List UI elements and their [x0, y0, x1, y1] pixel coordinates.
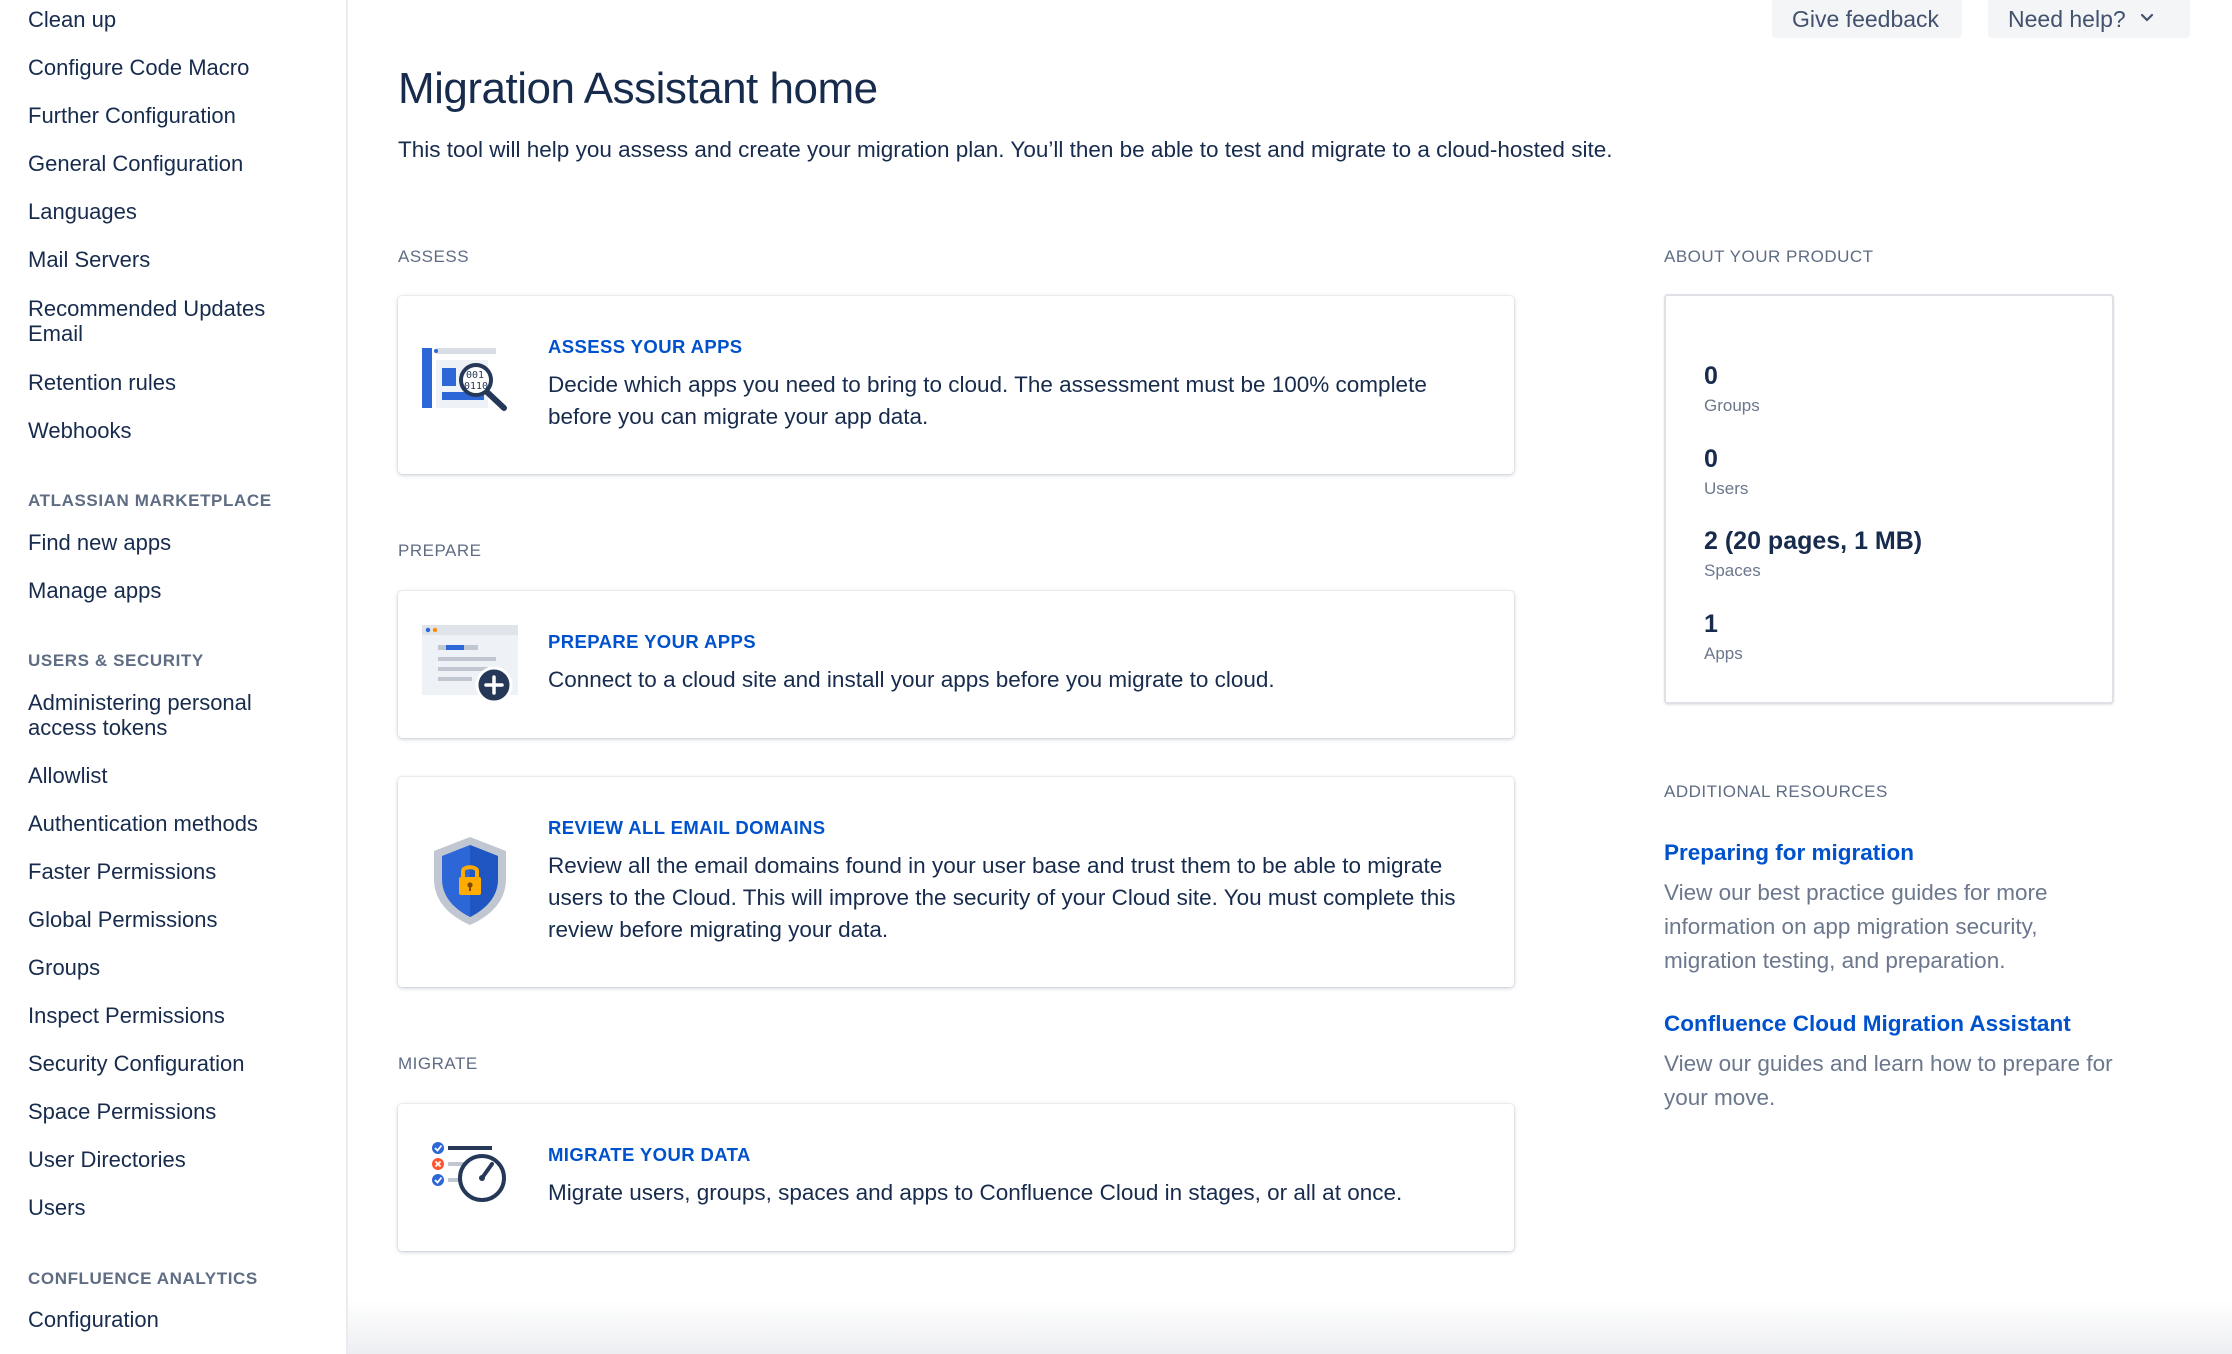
sidebar-heading-users-security: USERS & SECURITY	[28, 651, 204, 670]
sidebar-item-mail-servers[interactable]: Mail Servers	[28, 247, 328, 272]
cloud-migration-assistant-link[interactable]: Confluence Cloud Migration Assistant	[1664, 1011, 2071, 1037]
stat-apps-value: 1	[1704, 610, 1718, 638]
sidebar-item-clean-up[interactable]: Clean up	[28, 7, 328, 32]
review-email-domains-description: Review all the email domains found in yo…	[548, 853, 1456, 942]
svg-text:0110: 0110	[464, 381, 488, 392]
sidebar-item-further-configuration[interactable]: Further Configuration	[28, 103, 328, 128]
migrate-data-link[interactable]: MIGRATE YOUR DATA	[548, 1144, 751, 1166]
page-footer-shade	[348, 1300, 2232, 1354]
sidebar-item-faster-permissions[interactable]: Faster Permissions	[28, 859, 328, 884]
give-feedback-button[interactable]: Give feedback	[1772, 0, 1962, 38]
stat-spaces-value: 2 (20 pages, 1 MB)	[1704, 527, 1923, 555]
shield-lock-icon	[418, 833, 522, 925]
page-title: Migration Assistant home	[398, 64, 878, 113]
sidebar-heading-confluence-analytics: CONFLUENCE ANALYTICS	[28, 1269, 258, 1288]
stat-users-value: 0	[1704, 445, 1718, 473]
sidebar-item-webhooks[interactable]: Webhooks	[28, 418, 328, 443]
prepare-apps-description: Connect to a cloud site and install your…	[548, 667, 1275, 692]
sidebar-item-languages[interactable]: Languages	[28, 199, 328, 224]
sidebar-item-users[interactable]: Users	[28, 1195, 328, 1220]
migrate-data-card[interactable]: MIGRATE YOUR DATA Migrate users, groups,…	[398, 1104, 1514, 1251]
preparing-for-migration-link[interactable]: Preparing for migration	[1664, 840, 1914, 866]
section-label-assess: ASSESS	[398, 247, 470, 266]
preparing-for-migration-description: View our best practice guides for more i…	[1664, 880, 2048, 973]
prepare-apps-link[interactable]: PREPARE YOUR APPS	[548, 631, 756, 653]
sidebar-item-groups[interactable]: Groups	[28, 955, 328, 980]
sidebar-item-retention-rules[interactable]: Retention rules	[28, 370, 328, 395]
review-email-domains-link[interactable]: REVIEW ALL EMAIL DOMAINS	[548, 817, 826, 839]
page-description: This tool will help you assess and creat…	[398, 137, 1613, 162]
prepare-apps-card[interactable]: PREPARE YOUR APPS Connect to a cloud sit…	[398, 591, 1514, 738]
svg-text:001: 001	[466, 370, 484, 381]
chevron-down-icon	[2140, 10, 2154, 28]
sidebar-item-allowlist[interactable]: Allowlist	[28, 763, 328, 788]
review-email-domains-card[interactable]: REVIEW ALL EMAIL DOMAINS Review all the …	[398, 777, 1514, 987]
sidebar-item-configure-code-macro[interactable]: Configure Code Macro	[28, 55, 328, 80]
sidebar-item-manage-apps[interactable]: Manage apps	[28, 578, 328, 603]
stat-users-label: Users	[1704, 479, 1749, 498]
magnifier-binary-icon: 001 0110	[418, 342, 522, 432]
about-product-heading: ABOUT YOUR PRODUCT	[1664, 247, 1874, 266]
cloud-migration-assistant-description: View our guides and learn how to prepare…	[1664, 1051, 2113, 1110]
sidebar-item-personal-access-tokens[interactable]: Administering personal access tokens	[28, 690, 293, 740]
sidebar-item-global-permissions[interactable]: Global Permissions	[28, 907, 328, 932]
sidebar-item-security-configuration[interactable]: Security Configuration	[28, 1051, 328, 1076]
stat-apps-label: Apps	[1704, 644, 1743, 663]
add-app-icon	[418, 623, 522, 713]
sidebar-item-inspect-permissions[interactable]: Inspect Permissions	[28, 1003, 328, 1028]
sidebar-heading-marketplace: ATLASSIAN MARKETPLACE	[28, 491, 272, 510]
section-label-migrate: MIGRATE	[398, 1054, 478, 1073]
sidebar-item-analytics-configuration[interactable]: Configuration	[28, 1307, 328, 1332]
stat-groups-value: 0	[1704, 362, 1718, 390]
need-help-dropdown[interactable]: Need help?	[1988, 0, 2190, 38]
sidebar-item-find-new-apps[interactable]: Find new apps	[28, 530, 328, 555]
sidebar-item-recommended-updates-email[interactable]: Recommended Updates Email	[28, 296, 298, 346]
additional-resources-heading: ADDITIONAL RESOURCES	[1664, 782, 1888, 801]
migrate-data-description: Migrate users, groups, spaces and apps t…	[548, 1180, 1403, 1205]
stat-spaces-label: Spaces	[1704, 561, 1761, 580]
sidebar-item-space-permissions[interactable]: Space Permissions	[28, 1099, 328, 1124]
section-label-prepare: PREPARE	[398, 541, 482, 560]
give-feedback-label: Give feedback	[1792, 5, 1940, 32]
assess-apps-card[interactable]: 001 0110 ASSESS YOUR APPS Decide which a…	[398, 296, 1514, 474]
checklist-gauge-icon	[418, 1134, 522, 1224]
assess-apps-link[interactable]: ASSESS YOUR APPS	[548, 336, 743, 358]
stat-groups-label: Groups	[1704, 396, 1760, 415]
assess-apps-description: Decide which apps you need to bring to c…	[548, 372, 1427, 429]
about-product-panel: 0 Groups 0 Users 2 (20 pages, 1 MB) Spac…	[1664, 294, 2114, 704]
sidebar-item-user-directories[interactable]: User Directories	[28, 1147, 328, 1172]
sidebar-item-general-configuration[interactable]: General Configuration	[28, 151, 328, 176]
admin-sidebar: Clean up Configure Code Macro Further Co…	[0, 0, 348, 1354]
need-help-label: Need help?	[2008, 5, 2126, 32]
sidebar-item-authentication-methods[interactable]: Authentication methods	[28, 811, 328, 836]
